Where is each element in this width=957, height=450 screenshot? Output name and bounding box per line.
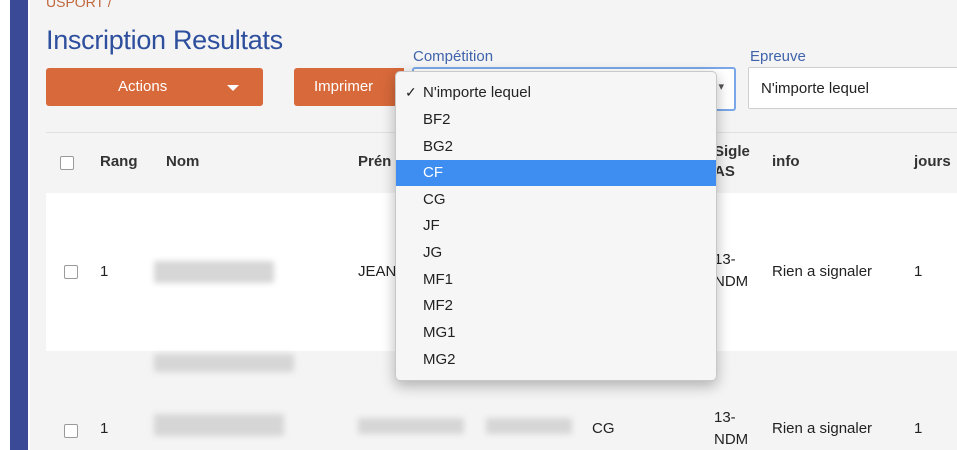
dropdown-option[interactable]: JG (396, 240, 716, 266)
dropdown-option-label: CF (423, 164, 443, 181)
row-checkbox[interactable] (64, 424, 78, 438)
redacted-field (486, 418, 572, 434)
actions-button-label: Actions (118, 78, 168, 95)
dropdown-option[interactable]: CG (396, 187, 716, 213)
dropdown-option-label: BG2 (423, 138, 454, 155)
page-title: Inscription Resultats (46, 25, 283, 55)
header-sigle-as[interactable]: AS (714, 163, 735, 180)
cell-info: Rien a signaler (772, 420, 873, 437)
dropdown-option-label: BF2 (423, 111, 451, 128)
epreuve-label: Epreuve (750, 48, 806, 65)
dropdown-option-label: MG2 (423, 351, 456, 368)
dropdown-option[interactable]: MF2 (396, 293, 716, 319)
redacted-text (154, 354, 294, 372)
epreuve-select-value: N'importe lequel (761, 80, 869, 97)
dropdown-option-label: N'importe lequel (423, 84, 531, 101)
breadcrumb[interactable]: USPORT / (46, 0, 112, 10)
header-jours[interactable]: jours (914, 153, 951, 170)
dropdown-option[interactable]: JF (396, 213, 716, 239)
cell-sigle-as: NDM (714, 273, 749, 290)
dropdown-option-label: MF2 (423, 297, 453, 314)
competition-dropdown-menu[interactable]: ✓ N'importe lequel BF2 BG2 CF CG JF JG MF1 MF2 MG1… (395, 71, 717, 381)
header-info[interactable]: info (772, 153, 800, 170)
dropdown-option[interactable]: ✓ N'importe lequel (396, 80, 716, 106)
dropdown-option-label: JG (423, 244, 443, 261)
header-prenom[interactable]: Prén (358, 153, 391, 170)
redacted-firstname (358, 418, 464, 434)
dropdown-option[interactable]: MG2 (396, 347, 716, 373)
dropdown-option[interactable]: MG1 (396, 320, 716, 346)
epreuve-select[interactable]: N'importe lequel (748, 67, 957, 109)
select-arrows-icon: ▾ (718, 81, 724, 93)
left-sidebar (0, 0, 30, 450)
sidebar-stripe (10, 0, 28, 450)
cell-jours: 1 (914, 263, 923, 280)
dropdown-option[interactable]: BG2 (396, 134, 716, 160)
dropdown-option[interactable]: BF2 (396, 107, 716, 133)
cell-sigle: 13- (714, 409, 736, 426)
cell-info: Rien a signaler (772, 263, 873, 280)
select-all-checkbox[interactable] (60, 156, 74, 170)
row-checkbox[interactable] (64, 265, 78, 279)
print-button-label: Imprimer (314, 78, 374, 95)
dropdown-option[interactable]: MF1 (396, 267, 716, 293)
cell-rang: 1 (100, 263, 109, 280)
dropdown-option-label: CG (423, 191, 446, 208)
header-rang[interactable]: Rang (100, 153, 138, 170)
dropdown-option[interactable]: CF (396, 160, 716, 186)
cell-prenom: JEAN (358, 263, 397, 280)
cell-jours: 1 (914, 420, 923, 437)
dropdown-option-label: MG1 (423, 324, 456, 341)
print-button[interactable]: Imprimer (294, 68, 404, 106)
header-nom[interactable]: Nom (166, 153, 199, 170)
caret-down-icon (227, 85, 239, 91)
actions-button[interactable]: Actions (46, 68, 263, 106)
redacted-name (154, 261, 274, 283)
cell-sigle: 13- (714, 251, 736, 268)
redacted-name (154, 414, 284, 436)
dropdown-option-label: JF (423, 217, 440, 234)
dropdown-option-label: MF1 (423, 271, 453, 288)
cell-sigle-as: NDM (714, 431, 749, 448)
cell-rang: 1 (100, 420, 109, 437)
cell-competition: CG (592, 420, 615, 437)
competition-label: Compétition (413, 48, 494, 65)
header-sigle[interactable]: Sigle (714, 143, 750, 160)
checkmark-icon: ✓ (405, 84, 417, 100)
